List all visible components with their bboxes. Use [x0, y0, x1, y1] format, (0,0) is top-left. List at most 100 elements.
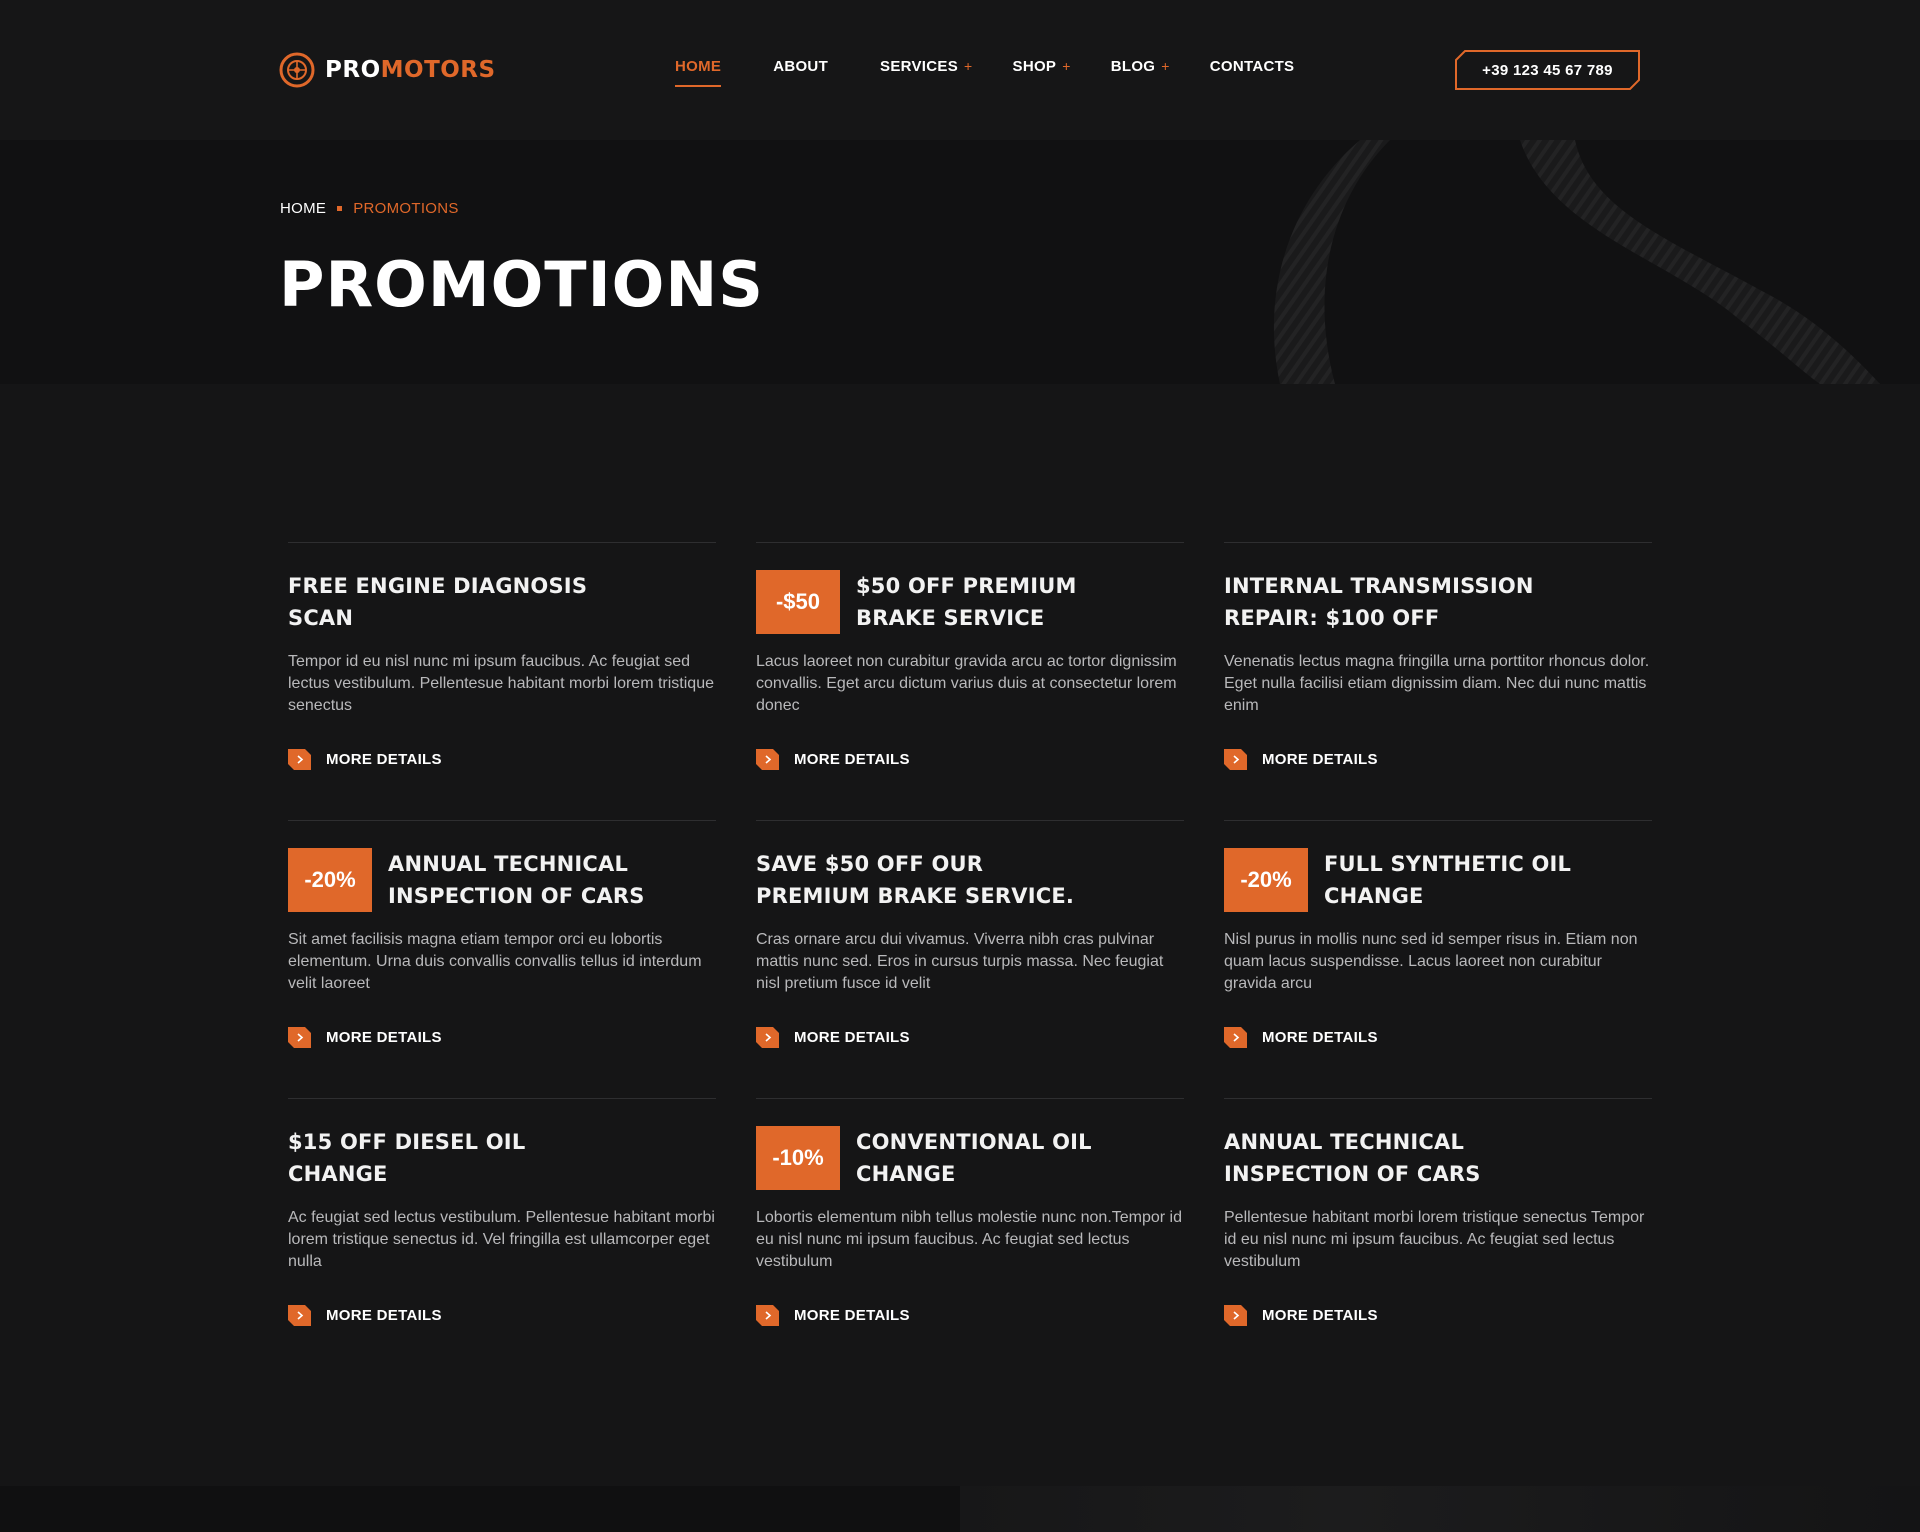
arrow-right-icon: [756, 749, 779, 770]
more-details-label: MORE DETAILS: [326, 1029, 442, 1046]
plus-icon: +: [1062, 58, 1071, 74]
more-details-label: MORE DETAILS: [794, 751, 910, 768]
promo-card-head: -20% FULL SYNTHETIC OIL CHANGE: [1224, 848, 1652, 912]
promo-card: -20% ANNUAL TECHNICAL INSPECTION OF CARS…: [288, 820, 716, 1098]
more-details-label: MORE DETAILS: [1262, 1307, 1378, 1324]
footer-strip: [0, 1486, 1920, 1532]
phone-number: +39 123 45 67 789: [1482, 61, 1613, 79]
arrow-right-icon: [288, 1027, 311, 1048]
promo-description: Cras ornare arcu dui vivamus. Viverra ni…: [756, 931, 1164, 992]
promotions-grid: FREE ENGINE DIAGNOSIS SCAN Tempor id eu …: [288, 542, 1654, 1376]
nav-item-label: SHOP: [1012, 58, 1057, 75]
promo-card-head: -20% ANNUAL TECHNICAL INSPECTION OF CARS: [288, 848, 716, 912]
nav-item-blog[interactable]: BLOG +: [1111, 58, 1170, 87]
promo-card-head: $15 OFF DIESEL OIL CHANGE: [288, 1126, 716, 1190]
more-details-link[interactable]: MORE DETAILS: [288, 1027, 442, 1048]
nav-item-shop[interactable]: SHOP +: [1013, 58, 1071, 87]
plus-icon: +: [1161, 58, 1170, 74]
arrow-right-icon: [288, 1305, 311, 1326]
more-details-label: MORE DETAILS: [1262, 1029, 1378, 1046]
promo-description: Ac feugiat sed lectus vestibulum. Pellen…: [288, 1209, 715, 1270]
wheel-logo-icon: [279, 52, 315, 88]
page-title: PROMOTIONS: [279, 248, 764, 321]
more-details-link[interactable]: MORE DETAILS: [1224, 1027, 1378, 1048]
promo-card-head: FREE ENGINE DIAGNOSIS SCAN: [288, 570, 716, 634]
promo-description: Tempor id eu nisl nunc mi ipsum faucibus…: [288, 653, 714, 714]
promo-title[interactable]: INTERNAL TRANSMISSION REPAIR: $100 OFF: [1224, 570, 1604, 634]
promo-title[interactable]: SAVE $50 OFF OUR PREMIUM BRAKE SERVICE.: [756, 848, 1096, 912]
more-details-link[interactable]: MORE DETAILS: [756, 749, 910, 770]
phone-button[interactable]: +39 123 45 67 789: [1455, 50, 1640, 90]
tire-tracks-icon: [1273, 140, 1880, 384]
nav-item-contacts[interactable]: CONTACTS: [1210, 58, 1295, 87]
promo-card: $15 OFF DIESEL OIL CHANGE Ac feugiat sed…: [288, 1098, 716, 1376]
arrow-right-icon: [1224, 1305, 1247, 1326]
promo-description: Sit amet facilisis magna etiam tempor or…: [288, 931, 702, 992]
plus-icon: +: [964, 58, 973, 74]
breadcrumb-current: PROMOTIONS: [353, 200, 459, 217]
more-details-link[interactable]: MORE DETAILS: [1224, 1305, 1378, 1326]
breadcrumb-separator-icon: [337, 206, 343, 211]
promo-card: -$50 $50 OFF PREMIUM BRAKE SERVICE Lacus…: [756, 542, 1184, 820]
promo-title[interactable]: ANNUAL TECHNICAL INSPECTION OF CARS: [1224, 1126, 1604, 1190]
promo-card: -10% CONVENTIONAL OIL CHANGE Lobortis el…: [756, 1098, 1184, 1376]
promo-card-head: -$50 $50 OFF PREMIUM BRAKE SERVICE: [756, 570, 1184, 634]
promo-title[interactable]: ANNUAL TECHNICAL INSPECTION OF CARS: [388, 848, 688, 912]
brand-name-part2: MOTORS: [380, 57, 496, 83]
promo-card-head: SAVE $50 OFF OUR PREMIUM BRAKE SERVICE.: [756, 848, 1184, 912]
main-nav: HOME ABOUT SERVICES + SHOP + BLOG + CONTACT…: [675, 58, 1346, 88]
site-header: PROMOTORS HOME ABOUT SERVICES + SHOP + BLO…: [0, 0, 1920, 140]
promo-card-head: ANNUAL TECHNICAL INSPECTION OF CARS: [1224, 1126, 1652, 1190]
promo-title[interactable]: FULL SYNTHETIC OIL CHANGE: [1324, 848, 1584, 912]
promo-card: ANNUAL TECHNICAL INSPECTION OF CARS Pell…: [1224, 1098, 1652, 1376]
discount-badge: -$50: [756, 570, 840, 634]
promo-description: Nisl purus in mollis nunc sed id semper …: [1224, 931, 1638, 992]
promo-card: -20% FULL SYNTHETIC OIL CHANGE Nisl puru…: [1224, 820, 1652, 1098]
promo-card-head: -10% CONVENTIONAL OIL CHANGE: [756, 1126, 1184, 1190]
promo-card: FREE ENGINE DIAGNOSIS SCAN Tempor id eu …: [288, 542, 716, 820]
breadcrumb: HOME PROMOTIONS: [280, 200, 459, 217]
more-details-link[interactable]: MORE DETAILS: [288, 749, 442, 770]
arrow-right-icon: [288, 749, 311, 770]
promo-card: INTERNAL TRANSMISSION REPAIR: $100 OFF V…: [1224, 542, 1652, 820]
nav-item-about[interactable]: ABOUT: [773, 58, 828, 87]
nav-item-home[interactable]: HOME: [675, 58, 722, 87]
nav-item-label: CONTACTS: [1209, 58, 1295, 75]
promo-card: SAVE $50 OFF OUR PREMIUM BRAKE SERVICE. …: [756, 820, 1184, 1098]
more-details-link[interactable]: MORE DETAILS: [288, 1305, 442, 1326]
more-details-link[interactable]: MORE DETAILS: [756, 1027, 910, 1048]
more-details-label: MORE DETAILS: [326, 751, 442, 768]
promo-title[interactable]: FREE ENGINE DIAGNOSIS SCAN: [288, 570, 588, 634]
more-details-label: MORE DETAILS: [794, 1307, 910, 1324]
nav-item-label: SERVICES: [880, 58, 959, 75]
breadcrumb-home[interactable]: HOME: [280, 200, 326, 217]
more-details-label: MORE DETAILS: [1262, 751, 1378, 768]
page-hero: HOME PROMOTIONS PROMOTIONS: [0, 140, 1920, 384]
promo-title[interactable]: $50 OFF PREMIUM BRAKE SERVICE: [856, 570, 1156, 634]
brand-name: PROMOTORS: [325, 57, 496, 83]
nav-item-label: HOME: [675, 58, 722, 75]
promo-card-head: INTERNAL TRANSMISSION REPAIR: $100 OFF: [1224, 570, 1652, 634]
arrow-right-icon: [756, 1305, 779, 1326]
more-details-label: MORE DETAILS: [326, 1307, 442, 1324]
footer-background-image: [960, 1486, 1920, 1532]
nav-item-label: ABOUT: [773, 58, 829, 75]
promo-title[interactable]: $15 OFF DIESEL OIL CHANGE: [288, 1126, 548, 1190]
more-details-link[interactable]: MORE DETAILS: [756, 1305, 910, 1326]
promo-title[interactable]: CONVENTIONAL OIL CHANGE: [856, 1126, 1096, 1190]
discount-badge: -10%: [756, 1126, 840, 1190]
promo-description: Pellentesue habitant morbi lorem tristiq…: [1224, 1209, 1645, 1270]
more-details-label: MORE DETAILS: [794, 1029, 910, 1046]
discount-badge: -20%: [288, 848, 372, 912]
arrow-right-icon: [1224, 749, 1247, 770]
more-details-link[interactable]: MORE DETAILS: [1224, 749, 1378, 770]
arrow-right-icon: [1224, 1027, 1247, 1048]
nav-item-services[interactable]: SERVICES +: [880, 58, 972, 87]
promo-description: Lacus laoreet non curabitur gravida arcu…: [756, 653, 1177, 714]
nav-item-label: BLOG: [1110, 58, 1156, 75]
brand-name-part1: PRO: [325, 57, 381, 83]
arrow-right-icon: [756, 1027, 779, 1048]
discount-badge: -20%: [1224, 848, 1308, 912]
promo-description: Lobortis elementum nibh tellus molestie …: [756, 1209, 1183, 1270]
brand-logo[interactable]: PROMOTORS: [279, 52, 496, 88]
